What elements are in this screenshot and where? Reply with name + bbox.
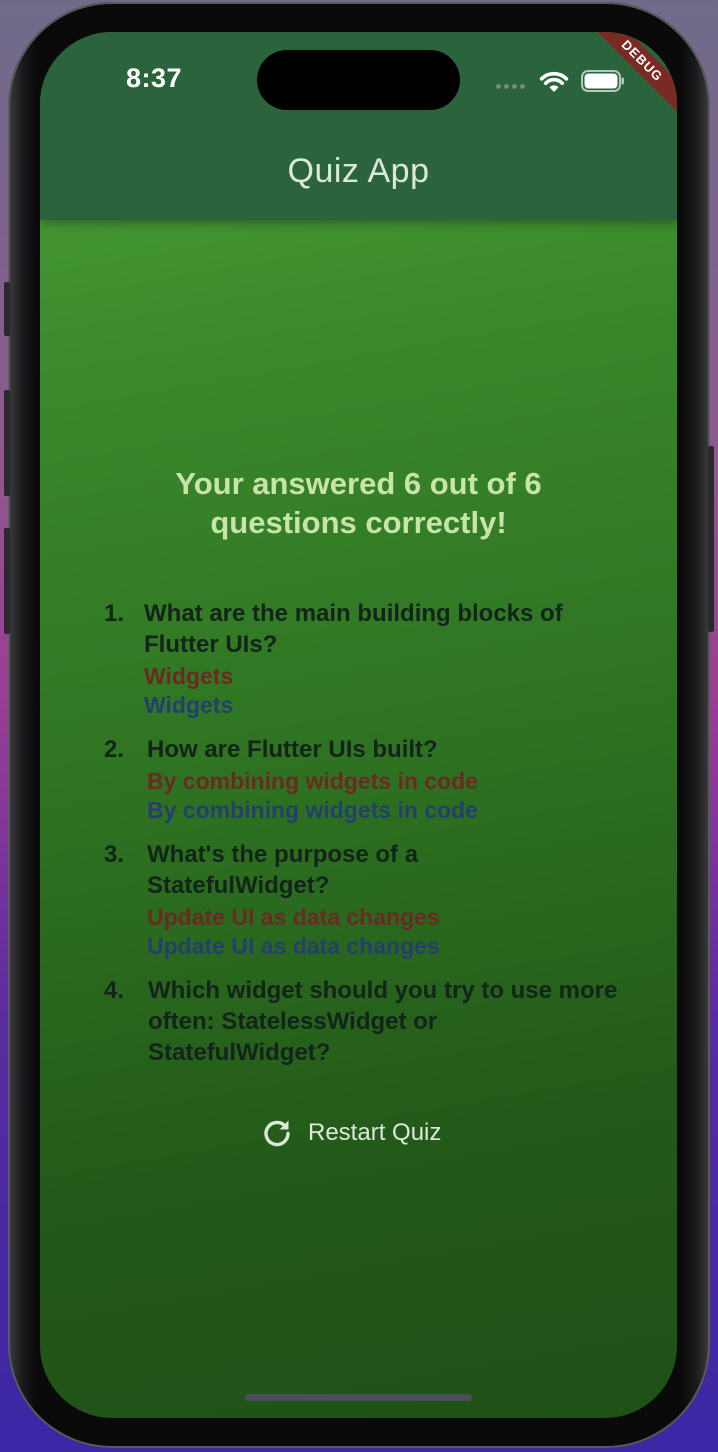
battery-icon <box>581 70 624 92</box>
dynamic-island <box>257 50 460 110</box>
question-text: What's the purpose of a StatefulWidget? <box>147 841 419 899</box>
results-summary: Your answered 6 out of 6 questions corre… <box>175 466 542 540</box>
user-answer: Update UI as data changes <box>147 904 440 930</box>
summary-item-body: What's the purpose of a StatefulWidget? … <box>147 839 624 961</box>
summary-item-body: How are Flutter UIs built? By combining … <box>147 734 624 825</box>
summary-item: 2. How are Flutter UIs built? By combini… <box>104 734 624 825</box>
restart-quiz-button[interactable]: Restart Quiz <box>262 1115 441 1151</box>
app-bar-title: Quiz App <box>287 152 430 190</box>
answers-summary-list: 1. What are the main building blocks of … <box>104 598 624 1082</box>
user-answer: Widgets <box>144 663 234 689</box>
app-bar: 8:37 Quiz App <box>40 32 677 220</box>
device-screen: 8:37 Quiz App DEBUG Your answered 6 out … <box>40 32 677 1418</box>
wifi-icon <box>539 71 569 92</box>
power-button <box>708 446 714 632</box>
correct-answer: Update UI as data changes <box>147 933 440 959</box>
question-index: 3. <box>104 841 125 868</box>
results-screen: Your answered 6 out of 6 questions corre… <box>40 32 677 1418</box>
volume-down-button <box>4 528 10 634</box>
refresh-icon <box>264 1120 290 1147</box>
summary-item: 1. What are the main building blocks of … <box>104 598 624 720</box>
question-index: 2. <box>104 736 125 763</box>
home-indicator[interactable] <box>245 1394 472 1401</box>
correct-answer: By combining widgets in code <box>147 797 478 823</box>
cellular-signal-icon <box>496 84 525 89</box>
user-answer: By combining widgets in code <box>147 768 478 794</box>
restart-quiz-label: Restart Quiz <box>308 1119 442 1146</box>
correct-answer: Widgets <box>144 692 234 718</box>
question-index: 1. <box>104 600 125 627</box>
volume-up-button <box>4 390 10 496</box>
status-time: 8:37 <box>126 63 183 93</box>
question-text: How are Flutter UIs built? <box>147 736 438 763</box>
summary-item: 3. What's the purpose of a StatefulWidge… <box>104 839 624 961</box>
question-index: 4. <box>104 977 125 1004</box>
summary-item: 4. Which widget should you try to use mo… <box>104 975 624 1068</box>
summary-item-body: Which widget should you try to use more … <box>148 975 624 1068</box>
question-text: What are the main building blocks of Flu… <box>144 600 563 658</box>
action-button <box>4 282 10 336</box>
question-text: Which widget should you try to use more … <box>148 977 618 1066</box>
summary-item-body: What are the main building blocks of Flu… <box>144 598 624 720</box>
